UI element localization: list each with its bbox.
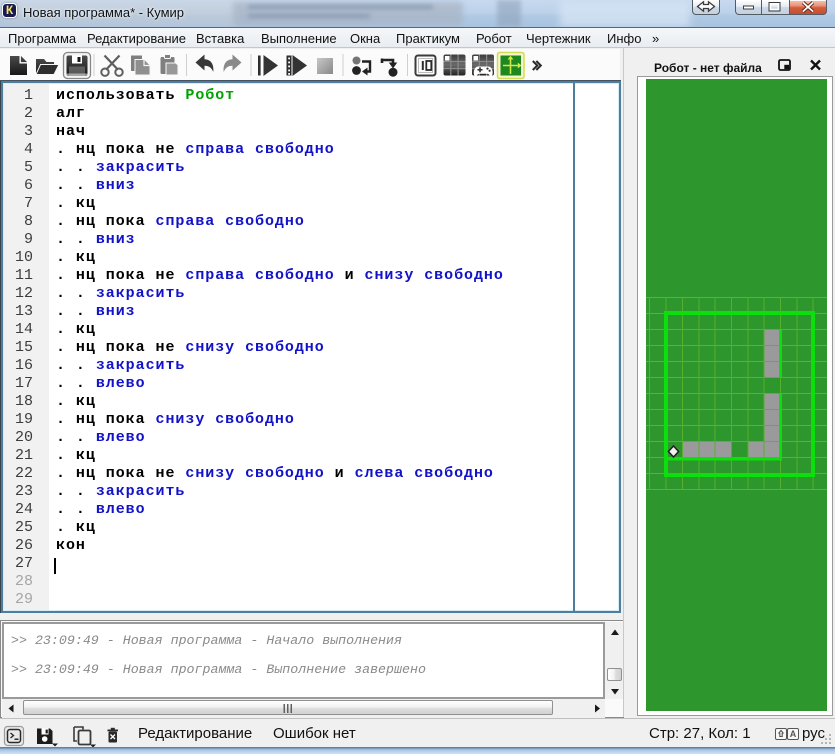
svg-text:А: А	[790, 729, 797, 739]
